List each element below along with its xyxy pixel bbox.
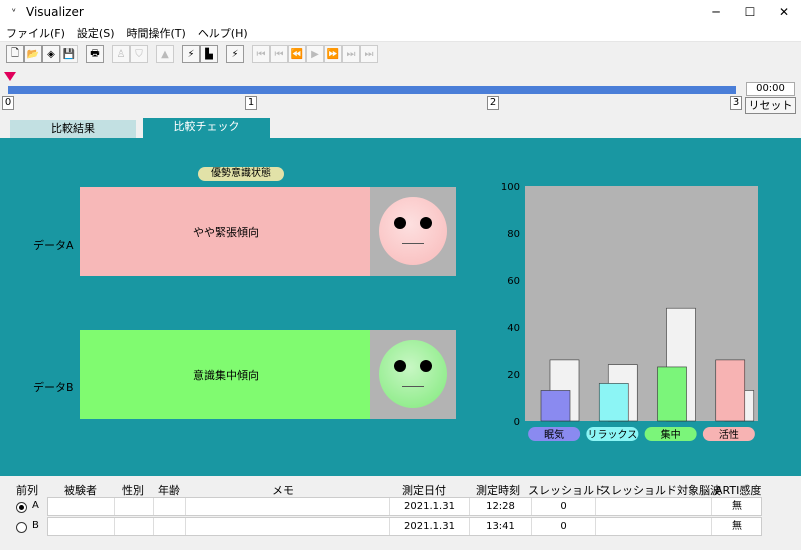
minimize-button[interactable]: ─ xyxy=(699,0,733,24)
bar-first xyxy=(715,359,746,422)
save-icon[interactable]: 💾 xyxy=(60,45,78,63)
first-icon[interactable]: ⏮ xyxy=(252,45,270,63)
menu-file[interactable]: ファイル(F) xyxy=(6,25,65,41)
table-row[interactable]: 2021.1.31 12:28 0 無 xyxy=(47,497,762,516)
col-header: 測定日付 xyxy=(402,484,446,497)
y-tick-label: 60 xyxy=(507,276,520,287)
bar-chart-icon[interactable]: ▙ xyxy=(200,45,218,63)
y-tick-label: 40 xyxy=(507,323,520,334)
category-label: リラックス xyxy=(588,429,638,441)
close-button[interactable]: ✕ xyxy=(767,0,801,24)
category-label: 活性 xyxy=(719,428,739,441)
timeline-track[interactable] xyxy=(8,86,736,94)
tab-bar: 比較結果 比較チェック xyxy=(0,118,801,138)
tab-comparison-result[interactable]: 比較結果 xyxy=(10,120,136,138)
menu-time[interactable]: 時間操作(T) xyxy=(127,25,186,41)
play-icon[interactable]: ▶ xyxy=(306,45,324,63)
new-file-icon[interactable]: 🗋 xyxy=(6,45,24,63)
col-header: ARTI感度 xyxy=(715,484,762,497)
app-icon: ᵛ xyxy=(11,6,17,18)
row-b-radio[interactable] xyxy=(16,522,27,533)
col-header: メモ xyxy=(272,484,294,497)
col-header: 前列 xyxy=(16,484,38,497)
data-table: 前列 被験者 性別 年齢 メモ 測定日付 測定時刻 スレッショルド スレッショル… xyxy=(0,478,801,550)
playhead-marker-icon[interactable] xyxy=(4,72,16,81)
person-icon[interactable]: ♙ xyxy=(112,45,130,63)
table-row[interactable]: 2021.1.31 13:41 0 無 xyxy=(47,517,762,536)
rewind-icon[interactable]: ⏪ xyxy=(288,45,306,63)
window-title: Visualizer xyxy=(26,5,84,19)
menu-settings[interactable]: 設定(S) xyxy=(77,25,115,41)
col-header: 性別 xyxy=(122,484,144,497)
row-a-label: A xyxy=(32,500,39,511)
col-header: スレッショルド対象脳波 xyxy=(600,484,721,497)
tick-label: 0 xyxy=(2,96,14,110)
col-header: 年齢 xyxy=(158,484,180,497)
y-tick-label: 80 xyxy=(507,229,520,240)
next-end-icon[interactable]: ⏭ xyxy=(342,45,360,63)
plug-icon[interactable]: ⚡ xyxy=(226,45,244,63)
toolbar: 🗋 📂 ◈ 💾 🖶 ♙ ⛉ ▲ ⚡ ▙ ⚡ ⏮ ⏮ ⏪ ▶ ⏩ ⏭ ⏭ xyxy=(0,42,801,66)
col-header: 被験者 xyxy=(64,484,97,497)
category-label: 集中 xyxy=(661,428,681,441)
title-bar: ᵛ Visualizer ─ ☐ ✕ xyxy=(0,0,801,24)
bar-first xyxy=(540,390,571,422)
col-header: スレッショルド xyxy=(528,484,605,497)
bar-first xyxy=(657,366,687,422)
comparison-panel: 優勢意識状態 データA やや緊張傾向 データB 意識集中傾向 0 20 40 60 80… xyxy=(0,138,801,476)
tick-label: 1 xyxy=(245,96,257,110)
tick-label: 2 xyxy=(487,96,499,110)
maximize-button[interactable]: ☐ xyxy=(733,0,767,24)
menu-bar: ファイル(F) 設定(S) 時間操作(T) ヘルプ(H) xyxy=(0,24,801,42)
open-folder-icon[interactable]: 📂 xyxy=(24,45,42,63)
y-tick-label: 0 xyxy=(514,417,520,428)
last-icon[interactable]: ⏭ xyxy=(360,45,378,63)
menu-help[interactable]: ヘルプ(H) xyxy=(198,25,248,41)
layers-icon[interactable]: ◈ xyxy=(42,45,60,63)
tab-comparison-check[interactable]: 比較チェック xyxy=(143,118,270,138)
brainwave-bar-chart: 0 20 40 60 80 100 眠気 リラックス 集中 活性 xyxy=(501,182,758,441)
category-label: 眠気 xyxy=(544,428,564,441)
bar-first xyxy=(598,383,629,422)
y-tick-label: 100 xyxy=(501,182,520,193)
y-tick-label: 20 xyxy=(507,370,520,381)
prev-end-icon[interactable]: ⏮ xyxy=(270,45,288,63)
col-header: 測定時刻 xyxy=(476,484,520,497)
tick-label: 3 xyxy=(730,96,742,110)
row-b-label: B xyxy=(32,520,39,531)
lightning-icon[interactable]: ⚡ xyxy=(182,45,200,63)
shield-icon[interactable]: ⛉ xyxy=(130,45,148,63)
print-icon[interactable]: 🖶 xyxy=(86,45,104,63)
forward-icon[interactable]: ⏩ xyxy=(324,45,342,63)
timeline: 0 1 2 3 00:00 リセット xyxy=(0,66,801,114)
row-a-radio[interactable] xyxy=(16,502,27,513)
triangle-icon[interactable]: ▲ xyxy=(156,45,174,63)
time-display: 00:00 xyxy=(746,82,795,96)
reset-button[interactable]: リセット xyxy=(745,97,796,114)
